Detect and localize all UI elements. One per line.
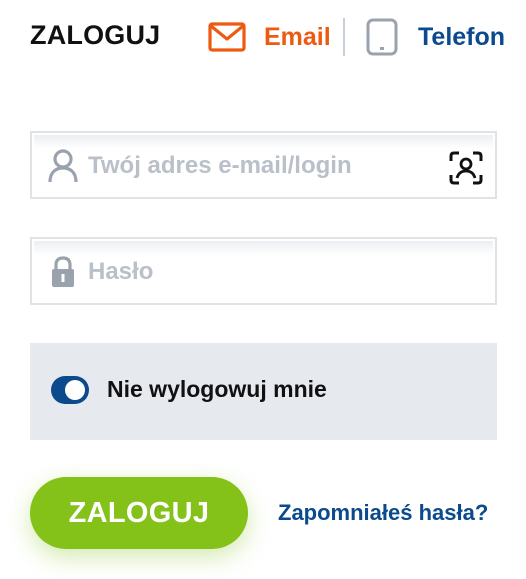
- mail-icon: [208, 22, 246, 52]
- forgot-password-link[interactable]: Zapomniałeś hasła?: [278, 500, 488, 526]
- password-field: [30, 237, 497, 305]
- page-title: ZALOGUJ: [30, 20, 161, 50]
- face-id-icon[interactable]: [449, 151, 483, 185]
- tab-divider: [343, 18, 345, 56]
- password-input[interactable]: [88, 253, 448, 291]
- tab-email-label: Email: [264, 22, 331, 51]
- phone-icon: [366, 18, 398, 56]
- lock-icon: [47, 255, 79, 289]
- tab-phone[interactable]: Telefon: [366, 18, 505, 56]
- user-icon: [47, 149, 79, 183]
- tab-email[interactable]: Email: [208, 18, 331, 56]
- email-field: [30, 131, 497, 199]
- remember-me-label: Nie wylogowuj mnie: [107, 376, 327, 402]
- login-submit-button[interactable]: ZALOGUJ: [30, 477, 248, 549]
- tab-phone-label: Telefon: [418, 22, 506, 51]
- login-header: ZALOGUJ Email Telefon: [0, 0, 526, 76]
- toggle-knob: [65, 380, 85, 400]
- remember-me-panel: Nie wylogowuj mnie: [30, 343, 497, 440]
- email-input[interactable]: [88, 147, 448, 185]
- remember-me-toggle[interactable]: [51, 376, 89, 404]
